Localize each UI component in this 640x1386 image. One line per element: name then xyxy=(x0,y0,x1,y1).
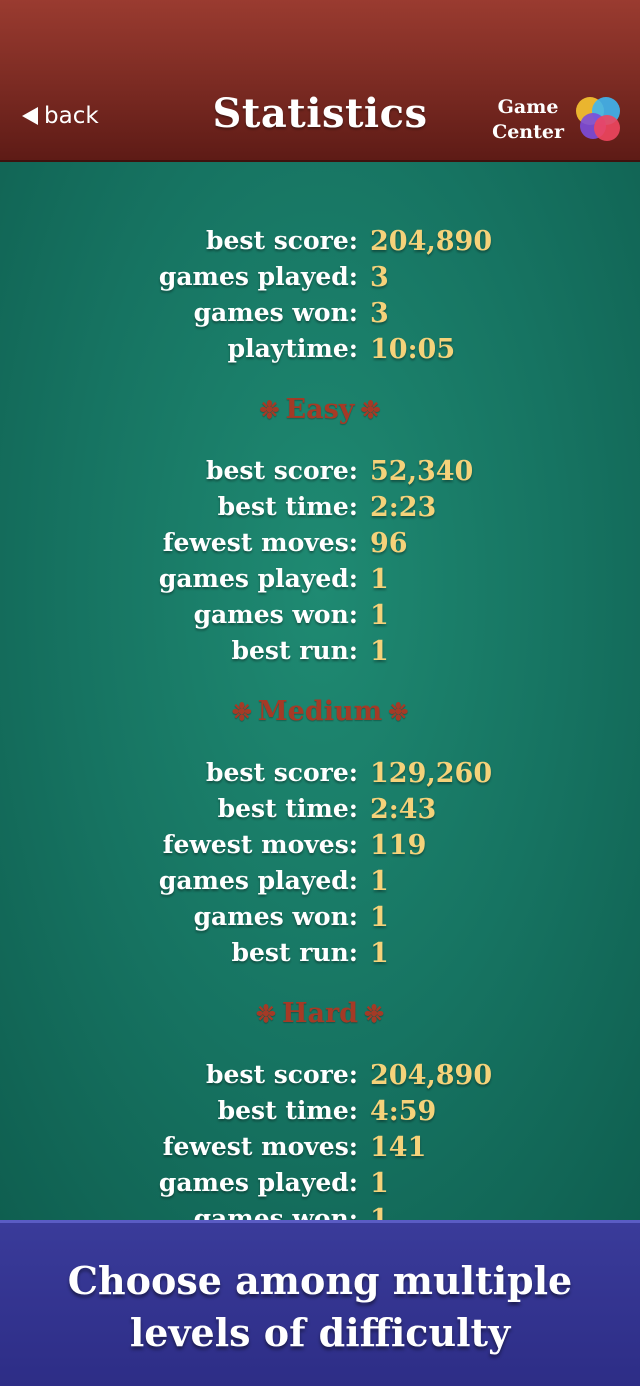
overall-row: games played: 3 xyxy=(0,262,640,298)
promo-banner: Choose among multiple levels of difficul… xyxy=(0,1220,640,1386)
stat-value: 1 xyxy=(370,600,389,631)
stat-label: games won: xyxy=(193,600,358,629)
stat-label: playtime: xyxy=(227,334,358,363)
overall-row: playtime: 10:05 xyxy=(0,334,640,370)
easy-row: fewest moves: 96 xyxy=(0,528,640,564)
hard-row: fewest moves: 141 xyxy=(0,1132,640,1168)
game-center-label: Game Center xyxy=(492,95,564,145)
stat-value: 52,340 xyxy=(370,456,474,487)
medium-row: best score: 129,260 xyxy=(0,758,640,794)
stat-label: best time: xyxy=(217,794,358,823)
stat-label: games played: xyxy=(158,262,358,291)
overall-row: best score: 204,890 xyxy=(0,226,640,262)
statistics-panel: best score: 204,890 games played: 3 game… xyxy=(0,162,640,1220)
game-center-button[interactable]: Game Center xyxy=(492,92,622,148)
stat-label: best score: xyxy=(206,226,358,255)
stat-label: fewest moves: xyxy=(162,528,358,557)
stat-value: 1 xyxy=(370,564,389,595)
stat-label: fewest moves: xyxy=(162,830,358,859)
stat-value: 141 xyxy=(370,1132,427,1163)
section-title-text: Medium xyxy=(257,696,383,727)
stat-value: 2:23 xyxy=(370,492,437,523)
stat-label: best run: xyxy=(231,636,358,665)
medium-row: games played: 1 xyxy=(0,866,640,902)
medium-row: fewest moves: 119 xyxy=(0,830,640,866)
stat-label: games won: xyxy=(193,902,358,931)
section-title-easy: ❉ Easy ❉ xyxy=(0,394,640,425)
easy-row: best time: 2:23 xyxy=(0,492,640,528)
stat-value: 1 xyxy=(370,866,389,897)
ornament-icon: ❉ xyxy=(388,697,409,726)
game-center-icon xyxy=(576,97,622,143)
overall-row: games won: 3 xyxy=(0,298,640,334)
stat-value: 3 xyxy=(370,262,389,293)
stat-label: best score: xyxy=(206,456,358,485)
section-title-medium: ❉ Medium ❉ xyxy=(0,696,640,727)
stat-value: 1 xyxy=(370,902,389,933)
stat-value: 96 xyxy=(370,528,408,559)
section-title-hard: ❉ Hard ❉ xyxy=(0,998,640,1029)
stat-label: best time: xyxy=(217,1096,358,1125)
stat-value: 1 xyxy=(370,1168,389,1199)
stat-value: 204,890 xyxy=(370,226,493,257)
top-bar: back Statistics Game Center xyxy=(0,0,640,162)
stat-value: 2:43 xyxy=(370,794,437,825)
promo-line1: Choose among multiple xyxy=(67,1258,573,1303)
stat-label: games won: xyxy=(193,298,358,327)
stat-value: 10:05 xyxy=(370,334,456,365)
medium-row: best run: 1 xyxy=(0,938,640,974)
ornament-icon: ❉ xyxy=(364,999,385,1028)
hard-row: games played: 1 xyxy=(0,1168,640,1204)
game-center-label-line1: Game xyxy=(497,96,559,118)
stat-value: 4:59 xyxy=(370,1096,437,1127)
easy-row: best score: 52,340 xyxy=(0,456,640,492)
stat-label: best time: xyxy=(217,492,358,521)
stat-label: games won: xyxy=(193,1204,358,1220)
easy-row: best run: 1 xyxy=(0,636,640,672)
promo-line2: levels of difficulty xyxy=(129,1310,511,1355)
promo-text: Choose among multiple levels of difficul… xyxy=(20,1255,620,1359)
easy-row: games won: 1 xyxy=(0,600,640,636)
stat-label: best score: xyxy=(206,758,358,787)
ornament-icon: ❉ xyxy=(360,395,381,424)
ornament-icon: ❉ xyxy=(255,999,276,1028)
game-center-label-line2: Center xyxy=(492,121,564,143)
stat-value: 204,890 xyxy=(370,1060,493,1091)
stat-label: games played: xyxy=(158,564,358,593)
medium-row: games won: 1 xyxy=(0,902,640,938)
medium-row: best time: 2:43 xyxy=(0,794,640,830)
stat-value: 1 xyxy=(370,1204,389,1220)
stat-label: games played: xyxy=(158,1168,358,1197)
hard-row: games won: 1 xyxy=(0,1204,640,1220)
stat-label: best run: xyxy=(231,938,358,967)
section-title-text: Hard xyxy=(281,998,359,1029)
hard-row: best time: 4:59 xyxy=(0,1096,640,1132)
stat-value: 129,260 xyxy=(370,758,493,789)
stat-value: 1 xyxy=(370,636,389,667)
easy-row: games played: 1 xyxy=(0,564,640,600)
ornament-icon: ❉ xyxy=(259,395,280,424)
stat-label: fewest moves: xyxy=(162,1132,358,1161)
stat-value: 1 xyxy=(370,938,389,969)
stat-value: 119 xyxy=(370,830,427,861)
stat-label: games played: xyxy=(158,866,358,895)
hard-row: best score: 204,890 xyxy=(0,1060,640,1096)
stat-label: best score: xyxy=(206,1060,358,1089)
ornament-icon: ❉ xyxy=(231,697,252,726)
section-title-text: Easy xyxy=(285,394,355,425)
stat-value: 3 xyxy=(370,298,389,329)
